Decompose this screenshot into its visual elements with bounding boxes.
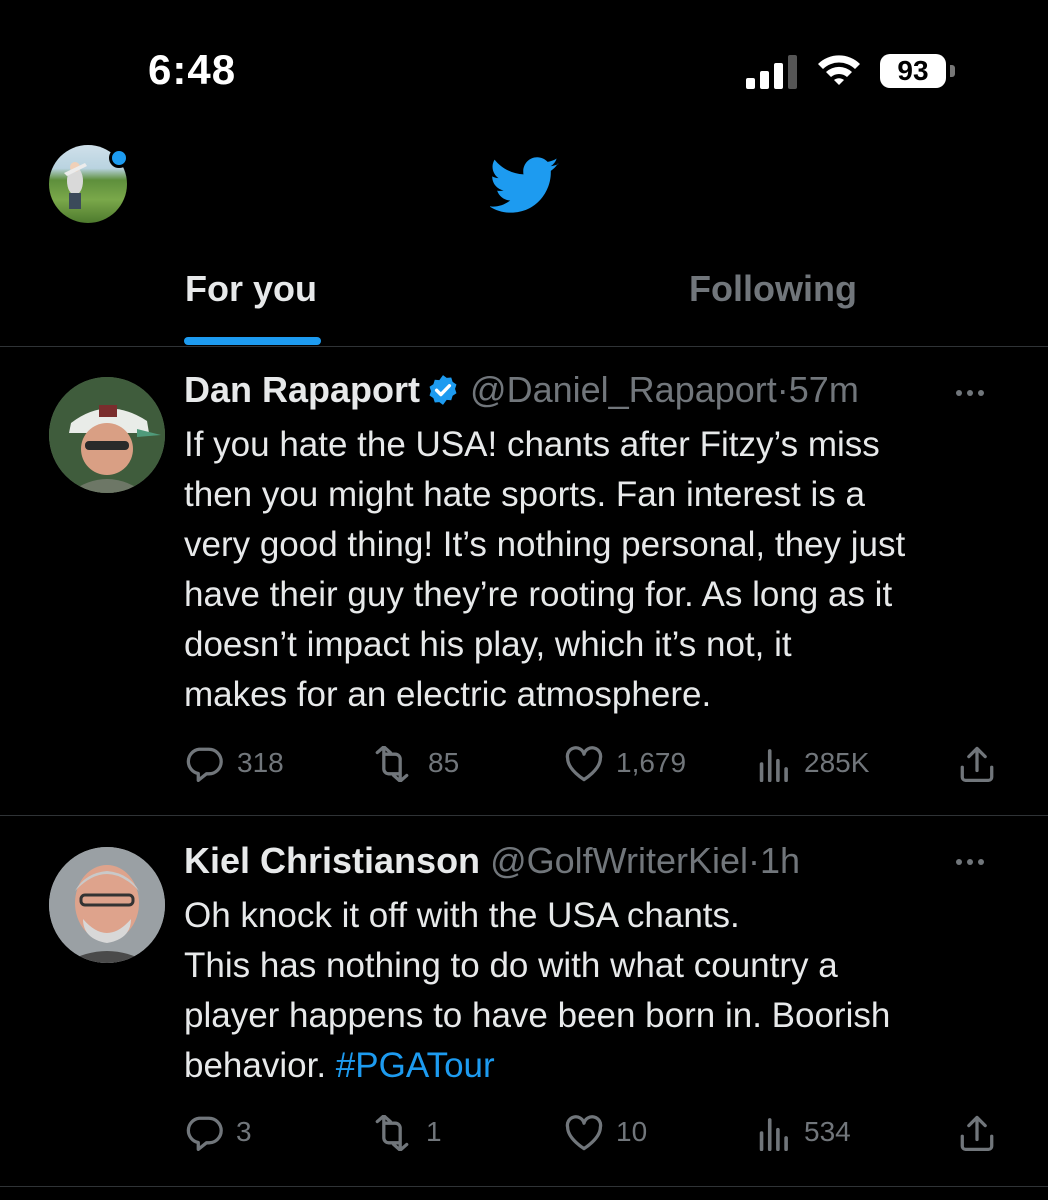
reply-icon <box>186 747 223 782</box>
tweet-text-fragment: behavior. <box>184 1046 327 1085</box>
battery-level: 93 <box>880 54 946 88</box>
heart-icon <box>565 1115 603 1151</box>
reply-count: 318 <box>237 747 284 778</box>
author-handle[interactable]: @GolfWriterKiel <box>490 840 748 881</box>
view-count: 534 <box>804 1116 851 1147</box>
cellular-signal-icon <box>746 55 797 89</box>
analytics-icon <box>759 749 788 782</box>
tweet-text-line: have their guy they’re rooting for. As l… <box>184 575 893 614</box>
more-options-icon[interactable] <box>956 383 996 403</box>
tweet-author-avatar[interactable] <box>49 377 165 493</box>
share-icon <box>960 1115 994 1151</box>
active-tab-indicator <box>184 337 321 345</box>
retweet-count: 85 <box>428 747 460 778</box>
person-portrait-icon <box>49 377 165 493</box>
tab-following[interactable]: Following <box>689 268 857 310</box>
retweet-icon <box>375 746 409 782</box>
separator-dot: · <box>776 369 789 410</box>
heart-icon <box>565 746 603 782</box>
reply-count: 3 <box>236 1116 252 1147</box>
tweet-text-line: Oh knock it off with the USA chants. <box>184 896 740 935</box>
share-icon <box>960 746 994 782</box>
timeline-tabs: For you Following <box>0 250 1048 347</box>
more-options-icon[interactable] <box>956 852 996 872</box>
like-count: 1,679 <box>616 747 687 778</box>
tweet-author-avatar[interactable] <box>49 847 165 963</box>
tweet-text-line: makes for an electric atmosphere. <box>184 675 712 714</box>
tweet-timestamp[interactable]: 57m <box>789 369 859 410</box>
person-portrait-icon <box>49 847 165 963</box>
author-handle[interactable]: @Daniel_Rapaport <box>470 369 777 410</box>
author-name[interactable]: Kiel Christianson <box>184 840 480 881</box>
status-bar: 6:48 93 <box>0 0 1048 140</box>
author-name[interactable]: Dan Rapaport <box>184 369 420 410</box>
tweet-timestamp[interactable]: 1h <box>760 840 800 881</box>
verified-badge-icon <box>429 375 457 405</box>
tweet-text-line: player happens to have been born in. Boo… <box>184 996 891 1035</box>
tweet-text-line: This has nothing to do with what country… <box>184 946 838 985</box>
retweet-icon <box>375 1115 409 1151</box>
tweet-text-line: very good thing! It’s nothing personal, … <box>184 525 906 564</box>
view-count: 285K <box>804 747 870 778</box>
reply-icon <box>186 1116 223 1151</box>
wifi-icon <box>818 55 860 85</box>
tweet[interactable]: Kiel Christianson @GolfWriterKiel·1h Oh … <box>0 816 1048 1187</box>
tweet-text-line: doesn’t impact his play, which it’s not,… <box>184 625 792 664</box>
tweet-text: If you hate the USA! chants after Fitzy’… <box>184 420 1004 720</box>
tweet-text-line: If you hate the USA! chants after Fitzy’… <box>184 425 880 464</box>
battery-tip <box>950 65 955 77</box>
tweet-actions: 318 85 1,679 285K <box>184 739 1004 787</box>
hashtag-link[interactable]: #PGATour <box>336 1046 495 1085</box>
twitter-bird-icon[interactable] <box>490 157 560 215</box>
tweet-header: Dan Rapaport @Daniel_Rapaport·57m <box>184 369 859 419</box>
tweet-text-line: then you might hate sports. Fan interest… <box>184 475 865 514</box>
notification-dot <box>109 148 129 168</box>
tweet-actions: 3 1 10 534 <box>184 1108 1004 1156</box>
battery-indicator: 93 <box>880 54 960 88</box>
tweet[interactable]: Dan Rapaport @Daniel_Rapaport·57m If you… <box>0 347 1048 816</box>
retweet-count: 1 <box>426 1116 442 1147</box>
like-count: 10 <box>616 1116 648 1147</box>
tab-for-you[interactable]: For you <box>185 268 317 310</box>
analytics-icon <box>759 1118 788 1151</box>
tweet-text: Oh knock it off with the USA chants. Thi… <box>184 891 1004 1091</box>
separator-dot: · <box>748 840 761 881</box>
tweet-text-line: behavior. #PGATour <box>184 1041 1004 1091</box>
timeline-divider <box>0 1186 1048 1187</box>
tweet-header: Kiel Christianson @GolfWriterKiel·1h <box>184 840 800 890</box>
status-time: 6:48 <box>148 46 237 93</box>
top-bar <box>0 140 1048 240</box>
